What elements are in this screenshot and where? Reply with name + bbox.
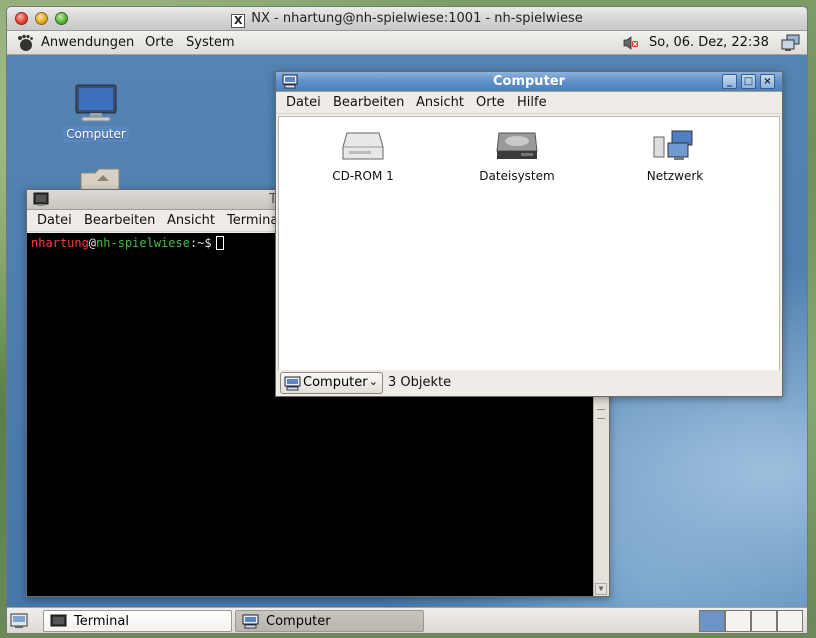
chevron-down-icon: ⌄	[368, 375, 378, 388]
desktop: Computer T Datei Bearbeiten Ansicht Term…	[7, 55, 807, 609]
scroll-down-icon[interactable]: ▼	[595, 583, 607, 595]
close-button[interactable]: ×	[760, 74, 775, 89]
nx-window: X NX - nhartung@nh-spielwiese:1001 - nh-s…	[6, 6, 808, 634]
statusbar: Computer ⌄ 3 Objekte	[276, 370, 782, 396]
workspace-3[interactable]	[751, 610, 777, 632]
terminal-menu-terminal[interactable]: Termina	[227, 213, 278, 228]
cdrom-icon	[342, 132, 384, 160]
workspace-4[interactable]	[777, 610, 803, 632]
terminal-icon	[50, 614, 67, 627]
shell-prompt: nhartung@nh-spielwiese:~$	[31, 236, 224, 250]
taskbar-computer[interactable]: Computer	[235, 610, 424, 632]
menu-system[interactable]: System	[186, 35, 234, 50]
terminal-menu-bearbeiten[interactable]: Bearbeiten	[84, 213, 155, 228]
computer-icon	[284, 376, 301, 391]
item-netzwerk[interactable]: Netzwerk	[615, 129, 735, 183]
location-selector[interactable]: Computer ⌄	[280, 372, 383, 394]
fm-menu-datei[interactable]: Datei	[286, 95, 321, 110]
folder-icon	[80, 168, 120, 192]
terminal-icon	[33, 192, 49, 206]
text-cursor	[215, 236, 224, 250]
desktop-icon-computer[interactable]: Computer	[61, 83, 131, 142]
clock[interactable]: So, 06. Dez, 22:38	[649, 35, 769, 50]
show-desktop-icon[interactable]	[10, 612, 28, 629]
scroll-grip-icon[interactable]	[597, 409, 605, 419]
item-cdrom[interactable]: CD-ROM 1	[303, 129, 423, 183]
computer-icon	[75, 84, 117, 122]
network-icon[interactable]	[781, 34, 801, 52]
maximize-button[interactable]: □	[741, 74, 756, 89]
item-dateisystem[interactable]: Dateisystem	[457, 129, 577, 183]
terminal-menu-datei[interactable]: Datei	[37, 213, 72, 228]
fm-menu-bearbeiten[interactable]: Bearbeiten	[333, 95, 404, 110]
minimize-button[interactable]: _	[722, 74, 737, 89]
bottom-panel: Terminal Computer	[7, 607, 807, 633]
computer-window-title: Computer	[492, 74, 566, 89]
menu-orte[interactable]: Orte	[145, 35, 174, 50]
taskbar-terminal[interactable]: Terminal	[43, 610, 232, 632]
object-count: 3 Objekte	[388, 375, 452, 390]
network-computers-icon	[653, 130, 693, 160]
file-view[interactable]: CD-ROM 1 Dateisystem Netzwerk	[278, 116, 780, 371]
fm-menu-hilfe[interactable]: Hilfe	[517, 95, 547, 110]
workspace-switcher	[699, 610, 805, 632]
terminal-menu-ansicht[interactable]: Ansicht	[167, 213, 215, 228]
gnome-foot-icon[interactable]	[16, 34, 34, 52]
fm-menu-orte[interactable]: Orte	[476, 95, 505, 110]
top-panel: Anwendungen Orte System So, 06. Dez, 22:…	[7, 31, 807, 55]
fm-menu-ansicht[interactable]: Ansicht	[416, 95, 464, 110]
harddisk-icon	[496, 132, 538, 159]
workspace-2[interactable]	[725, 610, 751, 632]
x-logo-icon: X	[231, 14, 246, 28]
computer-menubar: Datei Bearbeiten Ansicht Orte Hilfe	[276, 92, 782, 114]
computer-titlebar[interactable]: Computer _ □ ×	[276, 72, 782, 92]
workspace-1[interactable]	[699, 610, 725, 632]
speaker-muted-icon[interactable]	[622, 35, 640, 51]
nx-window-title: X NX - nhartung@nh-spielwiese:1001 - nh-s…	[7, 11, 807, 28]
computer-window: Computer _ □ × Datei Bearbeiten Ansicht …	[275, 71, 783, 397]
computer-icon	[242, 614, 259, 629]
nx-titlebar[interactable]: X NX - nhartung@nh-spielwiese:1001 - nh-s…	[7, 7, 807, 31]
menu-anwendungen[interactable]: Anwendungen	[41, 35, 134, 50]
